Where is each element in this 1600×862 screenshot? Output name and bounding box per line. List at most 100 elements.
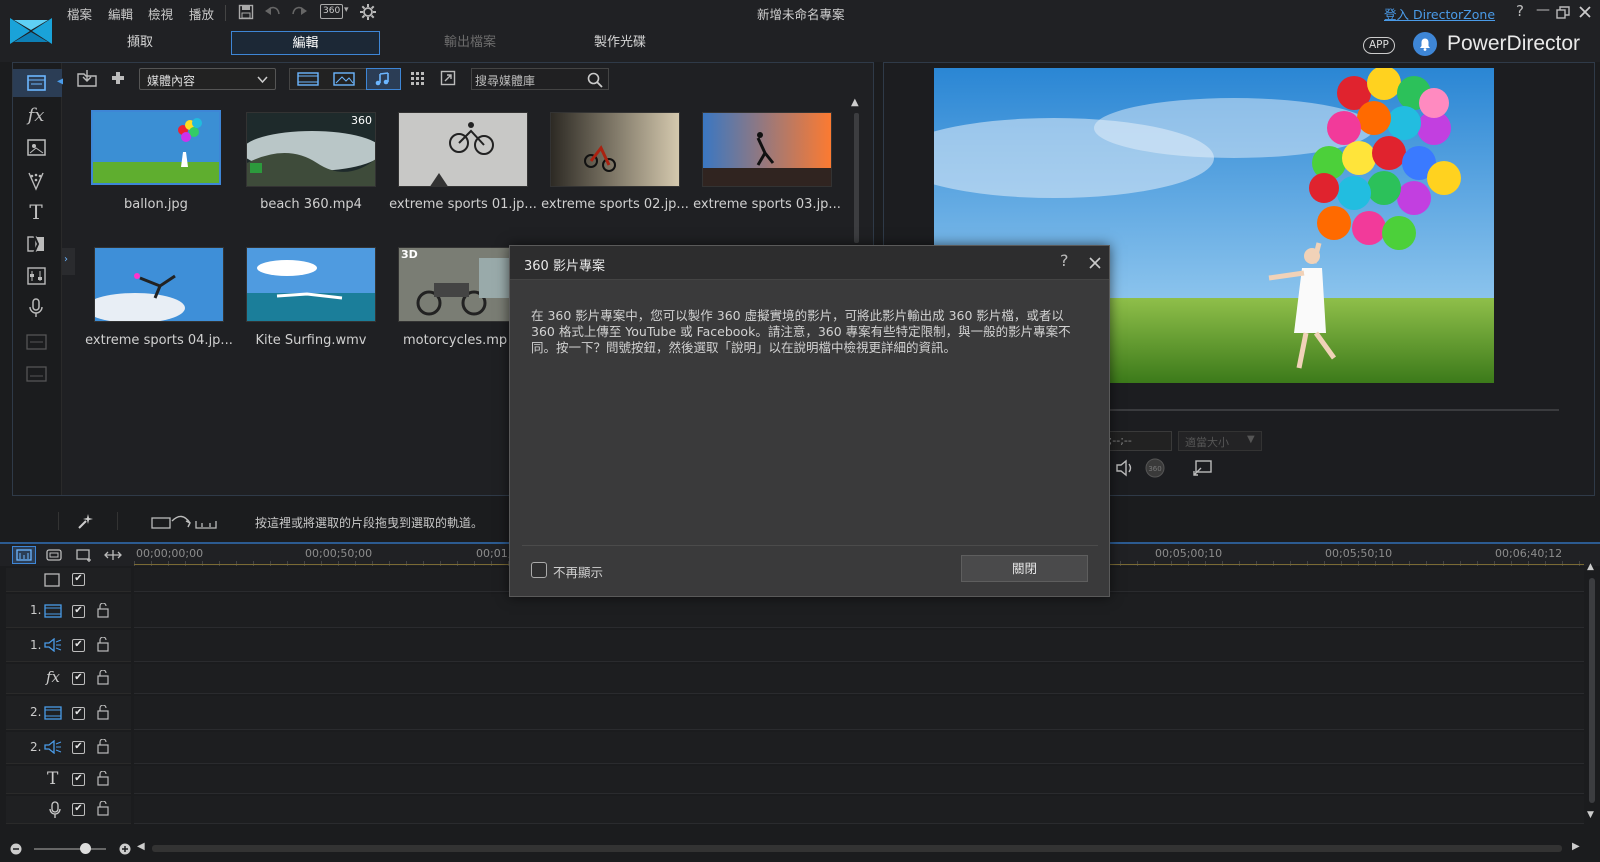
track-enable-checkbox[interactable]: ✔ <box>72 573 85 586</box>
media-thumb-ballon[interactable] <box>91 110 221 185</box>
tab-capture[interactable]: 擷取 <box>95 31 185 55</box>
track-number: 2. <box>30 705 42 719</box>
timeline-vscroll-thumb[interactable] <box>1589 578 1595 803</box>
expand-view-icon[interactable] <box>440 70 456 86</box>
track-lane[interactable] <box>134 766 1584 794</box>
track-enable-checkbox[interactable]: ✔ <box>72 672 85 685</box>
filter-video-icon[interactable] <box>293 70 323 88</box>
filter-audio-icon[interactable] <box>368 70 398 88</box>
search-icon[interactable] <box>586 71 604 89</box>
lock-icon[interactable] <box>97 637 109 652</box>
track-manager-icon[interactable] <box>75 547 93 563</box>
track-enable-checkbox[interactable]: ✔ <box>72 707 85 720</box>
scroll-down-icon[interactable]: ▼ <box>1587 810 1594 820</box>
restore-icon[interactable] <box>1556 6 1570 19</box>
save-icon[interactable] <box>238 4 254 20</box>
minimize-icon[interactable]: — <box>1536 2 1550 18</box>
menu-file[interactable]: 檔案 <box>67 4 92 23</box>
track-lane[interactable] <box>134 664 1584 694</box>
scroll-right-icon[interactable]: ▶ <box>1572 841 1580 852</box>
tab-produce[interactable]: 輸出檔案 <box>420 31 520 55</box>
magic-tools-icon[interactable] <box>75 512 95 532</box>
media-thumb-extreme-04[interactable] <box>94 247 224 322</box>
transition-room-icon[interactable] <box>21 231 51 257</box>
voiceover-room-icon[interactable] <box>21 295 51 321</box>
notification-bell-icon[interactable] <box>1413 32 1437 56</box>
media-thumb-extreme-03[interactable] <box>702 112 832 187</box>
lock-icon[interactable] <box>97 771 109 786</box>
media-thumb-kite-surfing[interactable] <box>246 247 376 322</box>
zoom-slider-handle[interactable] <box>80 843 91 854</box>
track-enable-checkbox[interactable]: ✔ <box>72 605 85 618</box>
volume-icon[interactable] <box>1115 459 1135 477</box>
360-view-icon[interactable]: 360 <box>1145 458 1165 478</box>
import-media-icon[interactable] <box>76 69 98 87</box>
track-enable-checkbox[interactable]: ✔ <box>72 773 85 786</box>
directorzone-login-link[interactable]: 登入 DirectorZone <box>1384 4 1495 23</box>
lock-icon[interactable] <box>97 739 109 754</box>
chevron-down-icon[interactable]: ▾ <box>344 5 349 15</box>
help-icon[interactable]: ? <box>1516 2 1524 20</box>
redo-icon[interactable] <box>290 4 308 20</box>
menu-play[interactable]: 播放 <box>189 4 214 23</box>
tab-edit[interactable]: 編輯 <box>231 31 380 55</box>
dialog-help-icon[interactable]: ? <box>1060 251 1069 270</box>
media-thumb-extreme-02[interactable] <box>550 112 680 187</box>
dialog-close-icon[interactable] <box>1088 256 1102 270</box>
menu-edit[interactable]: 編輯 <box>108 4 133 23</box>
track-lane[interactable] <box>134 732 1584 764</box>
particle-room-icon[interactable] <box>21 167 51 193</box>
dont-show-checkbox[interactable] <box>531 562 547 578</box>
track-lane[interactable] <box>134 594 1584 628</box>
media-thumb-extreme-01[interactable] <box>398 112 528 187</box>
fit-timeline-icon[interactable] <box>104 547 122 563</box>
timeline-vscrollbar[interactable]: ▲ ▼ <box>1586 562 1598 826</box>
media-thumb-beach-360[interactable]: 360 <box>246 112 376 187</box>
storyboard-view-icon[interactable] <box>45 547 63 563</box>
preview-seek-bar[interactable] <box>1094 409 1559 411</box>
timeline-view-icon[interactable] <box>15 547 33 563</box>
track-enable-checkbox[interactable]: ✔ <box>72 741 85 754</box>
track-lane[interactable] <box>134 630 1584 662</box>
track-enable-checkbox[interactable]: ✔ <box>72 803 85 816</box>
gear-icon[interactable] <box>359 3 377 21</box>
title-room-icon[interactable]: T <box>21 199 51 225</box>
zoom-slider-track[interactable] <box>34 848 106 850</box>
timeline-hscroll-thumb[interactable] <box>152 845 1562 852</box>
grid-view-icon[interactable] <box>410 71 426 87</box>
close-button[interactable]: 關閉 <box>961 555 1088 582</box>
menu-view[interactable]: 檢視 <box>148 4 173 23</box>
app-badge[interactable]: APP <box>1363 37 1395 54</box>
library-dropdown[interactable]: 媒體內容 <box>139 68 276 90</box>
lock-icon[interactable] <box>97 801 109 816</box>
plugin-icon[interactable] <box>108 68 128 88</box>
library-search-box[interactable]: 搜尋媒體庫 <box>471 68 609 90</box>
track-lane[interactable] <box>134 796 1584 824</box>
media-room-icon[interactable] <box>21 70 51 96</box>
undo-icon[interactable] <box>264 4 282 20</box>
360-icon[interactable]: 360 <box>320 4 344 19</box>
filter-image-icon[interactable] <box>329 70 359 88</box>
zoom-out-icon[interactable] <box>10 843 22 855</box>
scroll-up-icon[interactable]: ▲ <box>851 97 859 108</box>
lock-icon[interactable] <box>97 603 109 618</box>
lock-icon[interactable] <box>97 670 109 685</box>
track-lane[interactable] <box>134 696 1584 730</box>
pip-room-icon[interactable] <box>21 135 51 161</box>
tab-create-disc[interactable]: 製作光碟 <box>570 31 670 55</box>
scroll-up-icon[interactable]: ▲ <box>1587 562 1594 572</box>
audio-mixing-room-icon[interactable] <box>21 263 51 289</box>
fit-size-dropdown[interactable]: 適當大小 ▼ <box>1178 431 1262 451</box>
subtitle-room-icon[interactable] <box>21 361 51 387</box>
add-to-track-icon[interactable] <box>150 513 220 531</box>
fx-room-icon[interactable]: fx <box>21 103 51 129</box>
track-enable-checkbox[interactable]: ✔ <box>72 639 85 652</box>
library-scroll-thumb[interactable] <box>854 113 859 243</box>
zoom-in-icon[interactable] <box>119 843 131 855</box>
lock-icon[interactable] <box>97 705 109 720</box>
chapter-room-icon[interactable] <box>21 329 51 355</box>
close-icon[interactable] <box>1578 5 1592 19</box>
scroll-left-icon[interactable]: ◀ <box>137 841 145 852</box>
expand-panel-handle[interactable]: › <box>62 248 75 275</box>
undock-icon[interactable] <box>1193 459 1213 477</box>
